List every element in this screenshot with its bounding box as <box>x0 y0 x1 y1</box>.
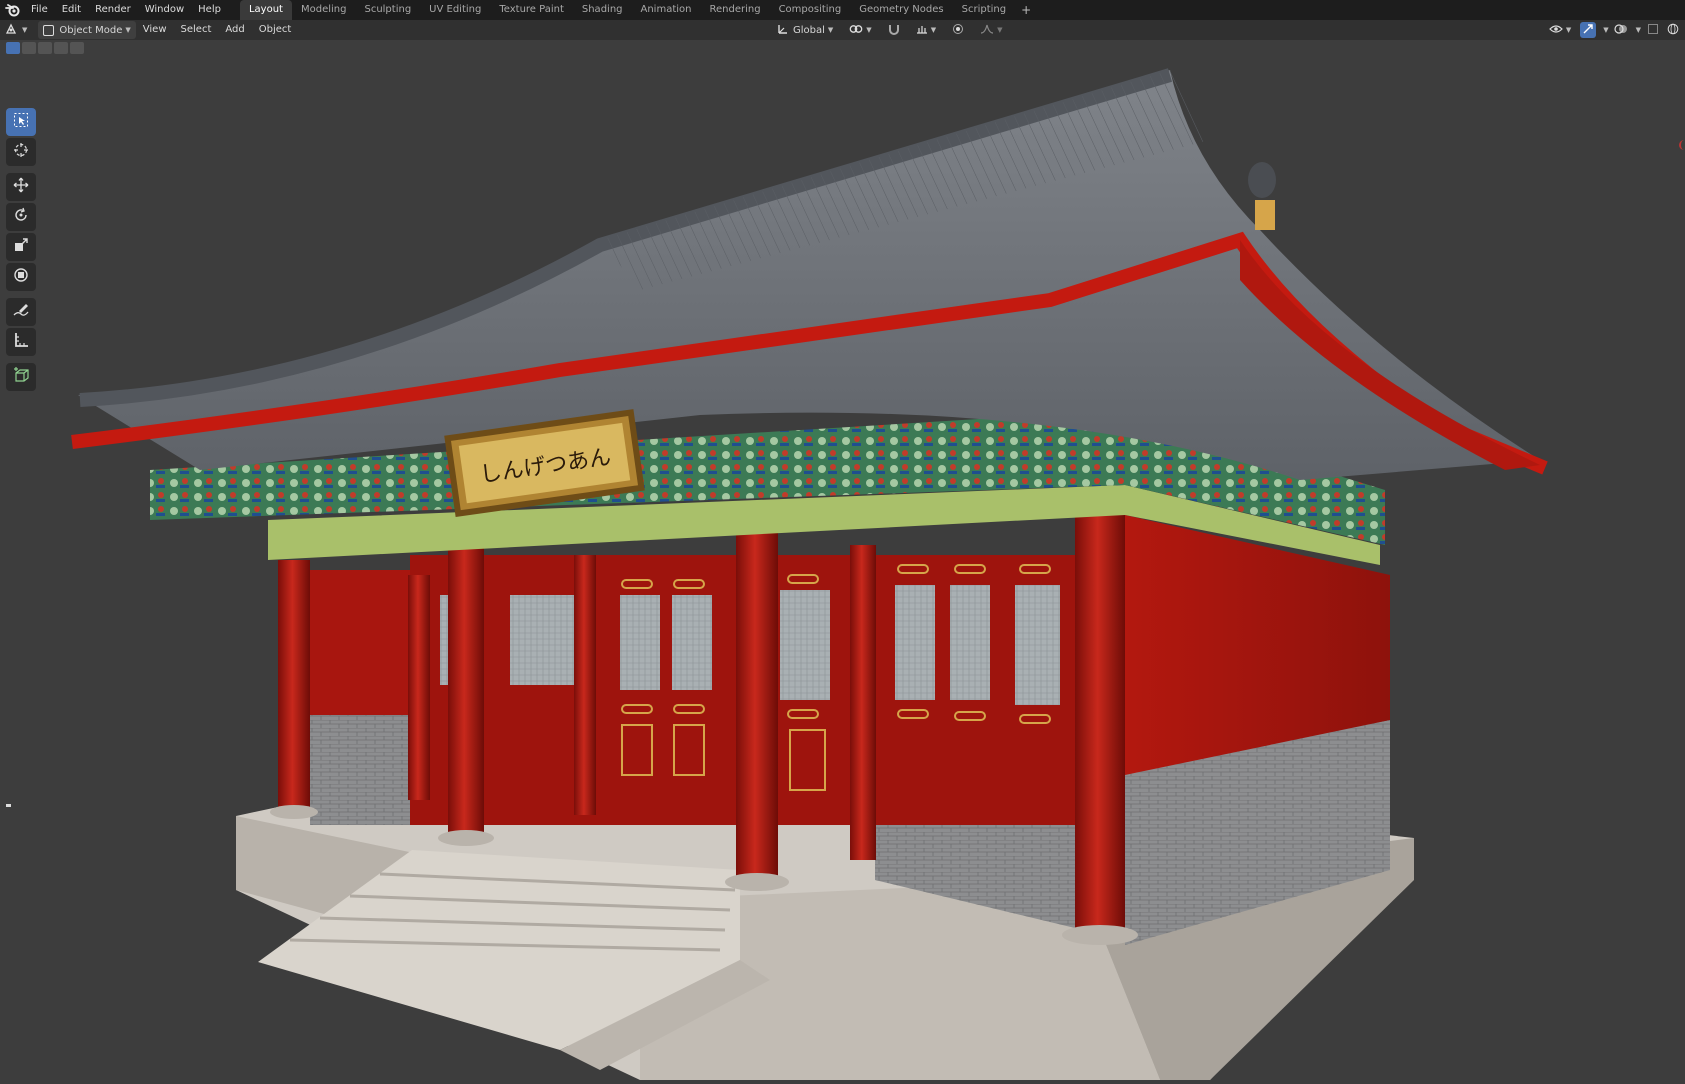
gizmo-icon <box>1582 23 1594 38</box>
menu-select[interactable]: Select <box>174 20 219 40</box>
overlays-toggle[interactable] <box>1613 22 1629 38</box>
shading-wireframe-button[interactable] <box>1665 22 1681 38</box>
editor-type-button[interactable]: ▼ <box>0 21 32 39</box>
eye-icon <box>1548 24 1563 37</box>
viewport-options: ▼ ▼ ▼ <box>1544 20 1681 40</box>
transform-orientation-label: Global <box>793 24 825 36</box>
snap-target-dropdown[interactable]: ▼ <box>911 21 941 39</box>
tab-shading[interactable]: Shading <box>573 0 632 20</box>
add-cube-icon <box>13 367 29 387</box>
transform-tools: Global ▼ ▼ ▼ ▼ <box>772 20 1007 40</box>
menu-file[interactable]: File <box>24 0 55 20</box>
gizmo-toggle[interactable] <box>1580 22 1597 38</box>
overlays-icon <box>1614 23 1628 38</box>
annotate-tool[interactable] <box>6 298 36 326</box>
transform-tool[interactable] <box>6 263 36 291</box>
menu-edit[interactable]: Edit <box>55 0 88 20</box>
top-bar: File Edit Render Window Help Layout Mode… <box>0 0 1685 20</box>
chevron-down-icon: ▼ <box>22 26 28 34</box>
menu-view[interactable]: View <box>136 20 174 40</box>
scale-tool[interactable] <box>6 233 36 261</box>
editor-type-icon <box>5 23 19 38</box>
tab-animation[interactable]: Animation <box>632 0 701 20</box>
tab-compositing[interactable]: Compositing <box>770 0 851 20</box>
hip-roof <box>71 68 1548 480</box>
chevron-down-icon[interactable]: ▼ <box>1636 26 1641 34</box>
chevron-down-icon: ▼ <box>125 26 131 34</box>
tab-modeling[interactable]: Modeling <box>292 0 356 20</box>
falloff-curve-icon <box>980 23 994 38</box>
select-box-icon <box>13 112 29 132</box>
proportional-falloff-dropdown[interactable]: ▼ <box>975 21 1007 39</box>
menu-window[interactable]: Window <box>138 0 191 20</box>
snap-toggle[interactable] <box>883 21 905 39</box>
chevron-down-icon: ▼ <box>930 26 937 34</box>
tool-shelf <box>6 108 38 391</box>
menu-render[interactable]: Render <box>88 0 138 20</box>
object-mode-icon <box>43 24 55 36</box>
tab-sculpting[interactable]: Sculpting <box>355 0 420 20</box>
xray-icon <box>1647 23 1659 38</box>
red-wall-left <box>310 570 410 715</box>
pivot-point-dropdown[interactable]: ▼ <box>844 21 876 39</box>
move-tool[interactable] <box>6 173 36 201</box>
tab-layout[interactable]: Layout <box>239 0 292 20</box>
workspace-tabs: Layout Modeling Sculpting UV Editing Tex… <box>239 0 1037 20</box>
snap-increment-icon <box>916 23 928 38</box>
select-box-tool[interactable] <box>6 108 36 136</box>
tab-rendering[interactable]: Rendering <box>700 0 769 20</box>
chevron-down-icon: ▼ <box>866 26 872 34</box>
measure-tool[interactable] <box>6 328 36 356</box>
chevron-down-icon[interactable]: ▼ <box>1603 26 1608 34</box>
visibility-dropdown[interactable]: ▼ <box>1544 21 1576 39</box>
add-workspace-button[interactable]: + <box>1015 0 1037 20</box>
rotate-icon <box>13 207 29 227</box>
tab-geometry-nodes[interactable]: Geometry Nodes <box>850 0 952 20</box>
menu-add[interactable]: Add <box>218 20 251 40</box>
add-cube-tool[interactable] <box>6 363 36 391</box>
measure-icon <box>13 332 29 352</box>
magnet-icon <box>888 23 900 38</box>
proportional-editing-toggle[interactable] <box>947 21 969 39</box>
proportional-dot-icon <box>952 23 964 38</box>
3d-viewport[interactable]: しんげつあん <box>0 40 1685 1080</box>
blender-logo-icon[interactable] <box>2 0 24 20</box>
pivot-link-icon <box>849 23 863 38</box>
sidebar-collapse-handle[interactable] <box>6 804 11 807</box>
cursor-icon <box>13 142 29 162</box>
tab-texture-paint[interactable]: Texture Paint <box>490 0 573 20</box>
chevron-down-icon: ▼ <box>1565 26 1572 34</box>
orientation-axes-icon <box>777 23 789 38</box>
navigation-gizmo-edge[interactable] <box>1679 140 1685 150</box>
transform-orientation-dropdown[interactable]: Global ▼ <box>772 21 838 39</box>
menu-object[interactable]: Object <box>252 20 299 40</box>
tab-uv-editing[interactable]: UV Editing <box>420 0 490 20</box>
tab-scripting[interactable]: Scripting <box>953 0 1015 20</box>
object-mode-label: Object Mode <box>59 24 123 36</box>
transform-icon <box>13 267 29 287</box>
chevron-down-icon: ▼ <box>827 26 834 34</box>
wireframe-sphere-icon <box>1667 23 1679 38</box>
annotate-icon <box>13 302 29 322</box>
move-icon <box>13 177 29 197</box>
temple-scene: しんげつあん <box>71 68 1548 1080</box>
scale-icon <box>13 237 29 257</box>
rotate-tool[interactable] <box>6 203 36 231</box>
menu-help[interactable]: Help <box>191 0 228 20</box>
object-mode-dropdown[interactable]: Object Mode ▼ <box>38 21 136 39</box>
chevron-down-icon: ▼ <box>997 26 1003 34</box>
cursor-tool[interactable] <box>6 138 36 166</box>
viewport-header: ▼ Object Mode ▼ View Select Add Object G… <box>0 20 1685 40</box>
xray-toggle[interactable] <box>1645 22 1661 38</box>
